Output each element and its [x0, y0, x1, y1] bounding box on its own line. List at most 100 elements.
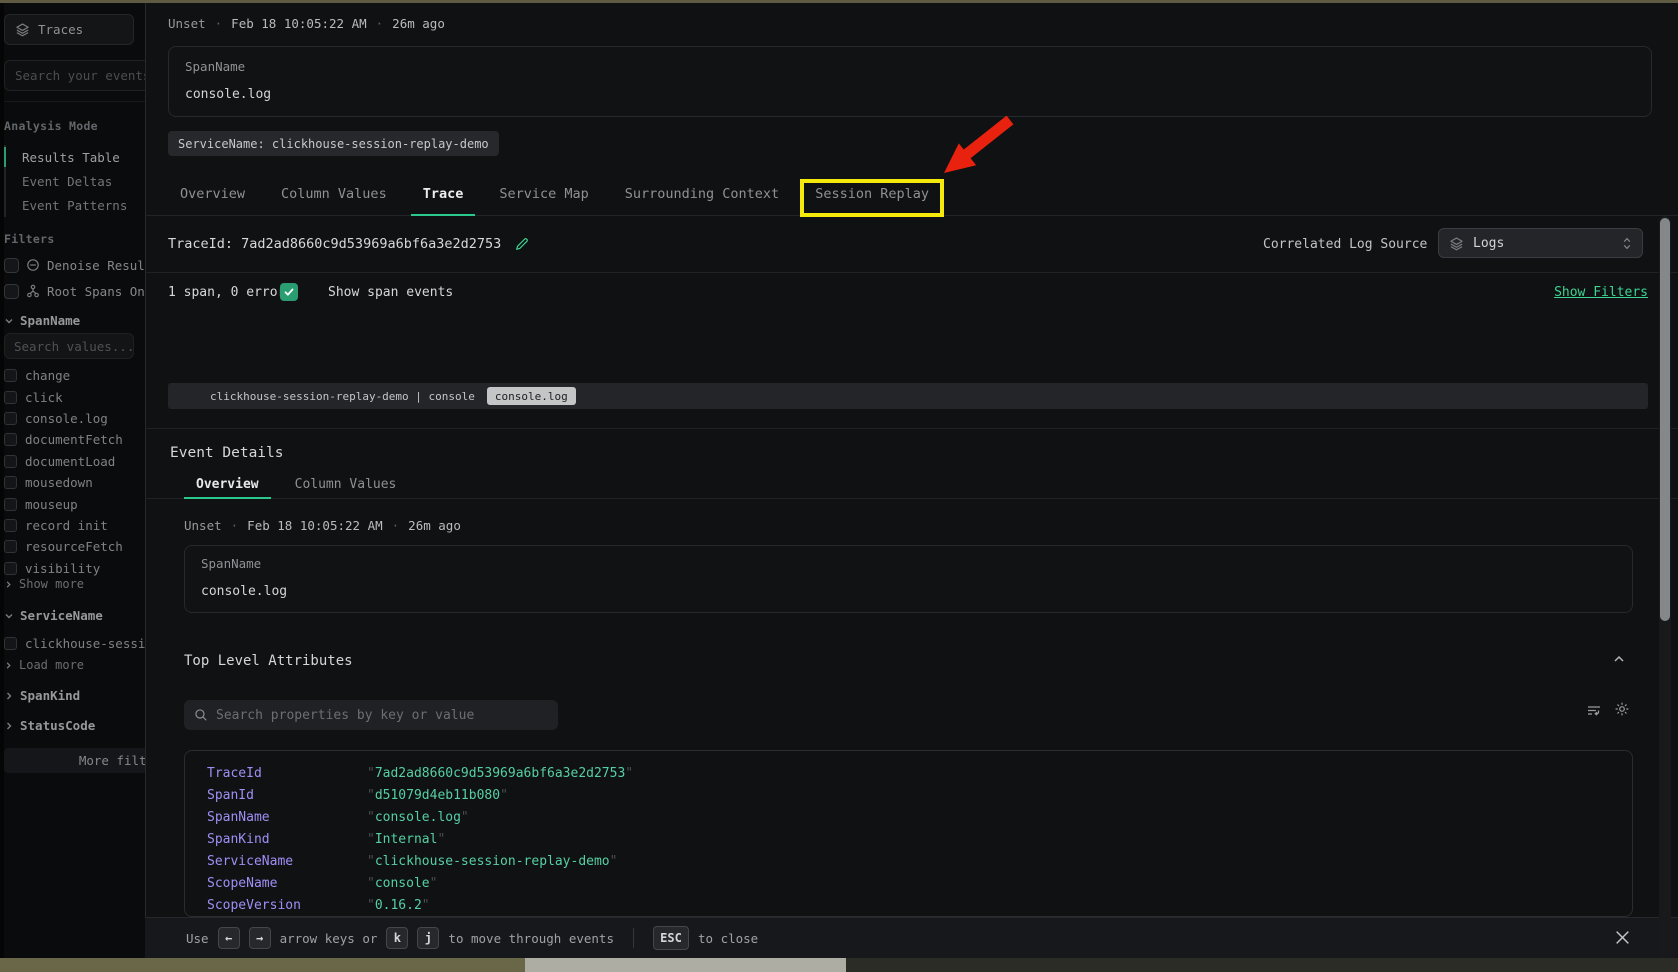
nav-item-event-patterns[interactable]: Event Patterns [6, 193, 134, 217]
checkbox[interactable] [4, 562, 17, 575]
checkbox[interactable] [4, 391, 17, 404]
spanname-values-placeholder: Search values... [14, 339, 134, 354]
status-text: Unset [168, 16, 206, 31]
tab-overview[interactable]: Overview [168, 172, 257, 215]
spanname-values-search-input[interactable]: Search values... [4, 333, 134, 359]
checkbox[interactable] [4, 476, 17, 489]
value-row-record-init[interactable]: record init [4, 515, 145, 536]
search-icon [194, 708, 208, 722]
show-filters-link[interactable]: Show Filters [1530, 285, 1648, 300]
timestamp: Feb 18 10:05:22 AM [247, 518, 382, 533]
trace-id-text: TraceId: 7ad2ad8660c9d53969a6bf6a3e2d275… [168, 236, 501, 252]
more-filters-button[interactable]: More filters [4, 748, 145, 773]
table-row[interactable]: SpanKindInternal [185, 828, 1632, 850]
value-row-click[interactable]: click [4, 386, 145, 407]
attributes-search[interactable] [184, 700, 558, 730]
trace-span-bar[interactable]: clickhouse-session-replay-demo | console… [168, 383, 1648, 409]
close-icon[interactable] [1614, 929, 1631, 946]
table-row[interactable]: SpanNameconsole.log [185, 806, 1632, 828]
show-more-link[interactable]: Show more [4, 577, 84, 591]
show-span-events-checkbox[interactable] [280, 283, 298, 301]
tab-service-map[interactable]: Service Map [487, 172, 600, 215]
collapse-chevron-up-icon[interactable] [1612, 652, 1626, 666]
wrap-lines-icon[interactable] [1586, 702, 1602, 718]
drawer-footer: Use ← → arrow keys or k j to move throug… [145, 917, 1678, 958]
nav-item-event-deltas[interactable]: Event Deltas [6, 169, 134, 193]
root-spans-label: Root Spans Only [47, 284, 145, 299]
sidebar-divider [4, 101, 145, 102]
value-row-service[interactable]: clickhouse-session-replay-demo [4, 633, 145, 654]
attributes-search-input[interactable] [216, 708, 548, 723]
timestamp: Feb 18 10:05:22 AM [231, 16, 366, 31]
checkbox[interactable] [4, 412, 17, 425]
filter-group-servicename[interactable]: ServiceName [4, 608, 103, 623]
table-row[interactable]: ServiceNameclickhouse-session-replay-dem… [185, 850, 1632, 872]
value-row-mousedown[interactable]: mousedown [4, 472, 145, 493]
tab-trace[interactable]: Trace [411, 172, 476, 215]
events-search-placeholder: Search your events... [15, 68, 145, 83]
analysis-mode-nav: Results Table Event Deltas Event Pattern… [4, 145, 134, 217]
checkbox[interactable] [4, 498, 17, 511]
root-spans-checkbox[interactable] [4, 284, 19, 299]
bottom-edge-segment [525, 958, 846, 972]
table-row[interactable]: ScopeVersion0.16.2 [185, 894, 1632, 916]
value-row-documentfetch[interactable]: documentFetch [4, 429, 145, 450]
value-row-console-log[interactable]: console.log [4, 408, 145, 429]
layers-icon [15, 22, 30, 37]
events-search-input[interactable]: Search your events... [4, 60, 145, 91]
load-more-link[interactable]: Load more [4, 658, 84, 672]
filter-group-spanname[interactable]: SpanName [4, 313, 80, 328]
edit-pencil-icon[interactable] [515, 237, 529, 251]
table-row[interactable]: TraceId7ad2ad8660c9d53969a6bf6a3e2d2753 [185, 762, 1632, 784]
log-source-value: Logs [1473, 236, 1504, 251]
checkbox[interactable] [4, 455, 17, 468]
root-spans-toggle[interactable]: Root Spans Only [4, 280, 145, 302]
select-updown-icon [1622, 236, 1632, 251]
value-row-documentload[interactable]: documentLoad [4, 451, 145, 472]
denoise-icon [26, 258, 40, 272]
kbd-arrow-left: ← [218, 927, 240, 949]
ed-tab-column-values[interactable]: Column Values [283, 471, 409, 498]
source-select[interactable]: Traces [4, 14, 134, 45]
scrollbar-thumb[interactable] [1660, 218, 1670, 621]
annotation-arrow [898, 104, 1030, 190]
divider [145, 272, 1678, 273]
denoise-checkbox[interactable] [4, 258, 19, 273]
show-span-events-label[interactable]: Show span events [328, 285, 453, 300]
span-summary-text: 1 span, 0 errors [168, 285, 293, 300]
trace-id-line: TraceId: 7ad2ad8660c9d53969a6bf6a3e2d275… [168, 236, 529, 252]
service-name-badge[interactable]: ServiceName: clickhouse-session-replay-d… [168, 131, 499, 156]
value-row-change[interactable]: change [4, 365, 145, 386]
checkbox[interactable] [4, 519, 17, 532]
kbd-j: j [417, 927, 439, 949]
event-meta-line: Unset · Feb 18 10:05:22 AM · 26m ago [168, 16, 445, 31]
chevron-right-icon [4, 721, 14, 731]
nav-item-results-table[interactable]: Results Table [6, 145, 134, 169]
filter-group-statuscode[interactable]: StatusCode [4, 718, 95, 733]
app-screen: Traces Search your events... Analysis Mo… [0, 0, 1678, 972]
filter-group-spankind[interactable]: SpanKind [4, 688, 80, 703]
value-row-mouseup[interactable]: mouseup [4, 493, 145, 514]
tab-surrounding-context[interactable]: Surrounding Context [613, 172, 791, 215]
checkbox[interactable] [4, 433, 17, 446]
value-row-visibility[interactable]: visibility [4, 558, 145, 579]
event-details-title: Event Details [170, 445, 284, 461]
tab-column-values[interactable]: Column Values [269, 172, 399, 215]
checkbox[interactable] [4, 540, 17, 553]
log-source-select[interactable]: Logs [1438, 228, 1643, 258]
span-name-value: console.log [201, 584, 287, 599]
span-name-card: SpanName console.log [184, 545, 1633, 613]
table-row[interactable]: ScopeNameconsole [185, 872, 1632, 894]
ed-tab-overview[interactable]: Overview [184, 471, 271, 498]
value-row-resourcefetch[interactable]: resourceFetch [4, 536, 145, 557]
layers-icon [1449, 236, 1464, 251]
divider [145, 428, 1678, 429]
gear-icon[interactable] [1614, 701, 1630, 717]
chevron-right-icon [4, 661, 13, 670]
sidebar: Traces Search your events... Analysis Mo… [4, 3, 145, 958]
checkbox[interactable] [4, 637, 17, 650]
table-row[interactable]: SpanIdd51079d4eb11b080 [185, 784, 1632, 806]
denoise-results-toggle[interactable]: Denoise Results [4, 254, 145, 276]
hierarchy-icon [26, 284, 40, 298]
checkbox[interactable] [4, 369, 17, 382]
